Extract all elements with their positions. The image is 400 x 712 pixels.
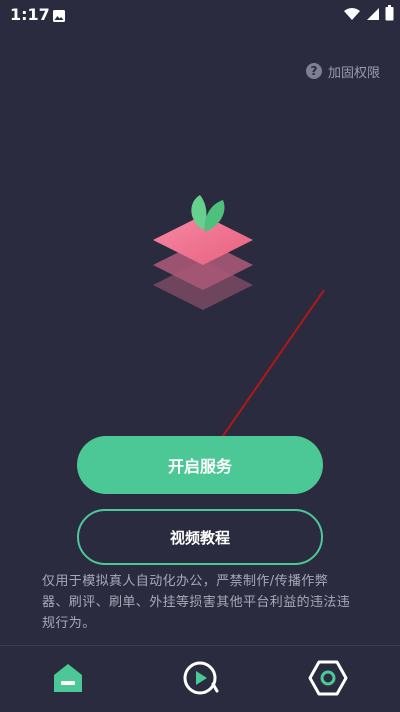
nav-home[interactable] [48, 660, 88, 700]
bottom-nav [0, 645, 400, 712]
disclaimer-line: 规行为。 [42, 616, 96, 631]
disclaimer-line: 器、刷评、刷单、外挂等损害其他平台利益的违法违 [42, 595, 351, 610]
nav-settings[interactable] [308, 660, 348, 700]
nav-video[interactable] [180, 660, 220, 700]
settings-hex-icon [308, 658, 348, 702]
video-tutorial-button[interactable]: 视频教程 [77, 509, 323, 565]
start-service-button[interactable]: 开启服务 [77, 436, 323, 494]
disclaimer-line: 仅用于模拟真人自动化办公，严禁制作/传播作弊 [42, 574, 329, 589]
home-icon [50, 660, 86, 700]
disclaimer-text: 仅用于模拟真人自动化办公，严禁制作/传播作弊 器、刷评、刷单、外挂等损害其他平台… [42, 571, 364, 634]
video-play-icon [180, 658, 220, 702]
